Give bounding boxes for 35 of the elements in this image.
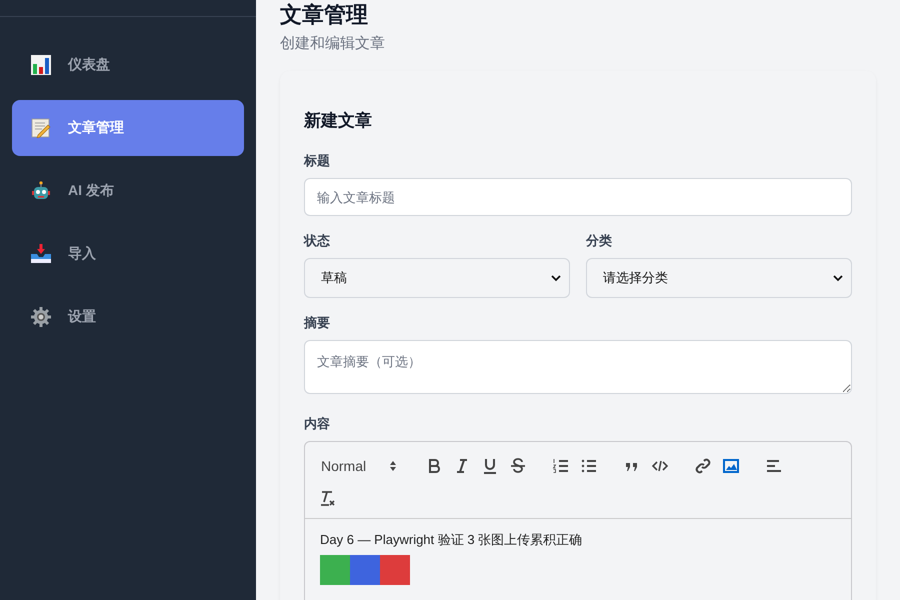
robot-icon: [31, 181, 51, 201]
field-label: 分类: [586, 232, 613, 250]
status-select[interactable]: 草稿: [304, 258, 570, 298]
sidebar-item[interactable]: 文章管理: [12, 100, 244, 156]
notepad-pencil-icon: [31, 118, 51, 138]
sidebar-item[interactable]: AI 发布: [12, 163, 244, 219]
category-select[interactable]: 请选择分类: [586, 258, 852, 298]
field-label: 标题: [304, 152, 331, 170]
field-label: 摘要: [304, 314, 331, 332]
bullet-list-icon: [580, 457, 598, 475]
form-heading: 新建文章: [304, 110, 373, 132]
sidebar-item[interactable]: 设置: [12, 289, 244, 345]
underline-icon: [481, 457, 499, 475]
gear-icon: [31, 307, 51, 327]
strike-icon: [509, 457, 527, 475]
field-label: 内容: [304, 415, 331, 433]
field-label: 状态: [304, 232, 331, 250]
format-picker[interactable]: Normal: [313, 450, 405, 482]
sidebar-item[interactable]: 导入: [12, 226, 244, 282]
chevron-down-icon: [833, 274, 843, 282]
up-down-caret-icon: [389, 460, 397, 472]
chevron-down-icon: [551, 274, 561, 282]
inbox-tray-icon: [30, 244, 52, 264]
ordered-list-icon: [552, 457, 570, 475]
image-icon: [722, 457, 740, 475]
align-icon: [765, 457, 783, 475]
page-subtitle: 创建和编辑文章: [280, 34, 386, 53]
title-input[interactable]: 输入文章标题: [304, 178, 852, 216]
sidebar-item[interactable]: 仪表盘: [12, 37, 244, 93]
link-icon: [694, 457, 712, 475]
summary-textarea[interactable]: 文章摘要（可选）: [304, 340, 852, 394]
bar-chart-icon: [31, 55, 51, 75]
page-title: 文章管理: [280, 2, 369, 28]
editor-text: Day 6 — Playwright 验证 3 张图上传累积正确: [320, 531, 584, 549]
clean-icon: [318, 489, 336, 507]
